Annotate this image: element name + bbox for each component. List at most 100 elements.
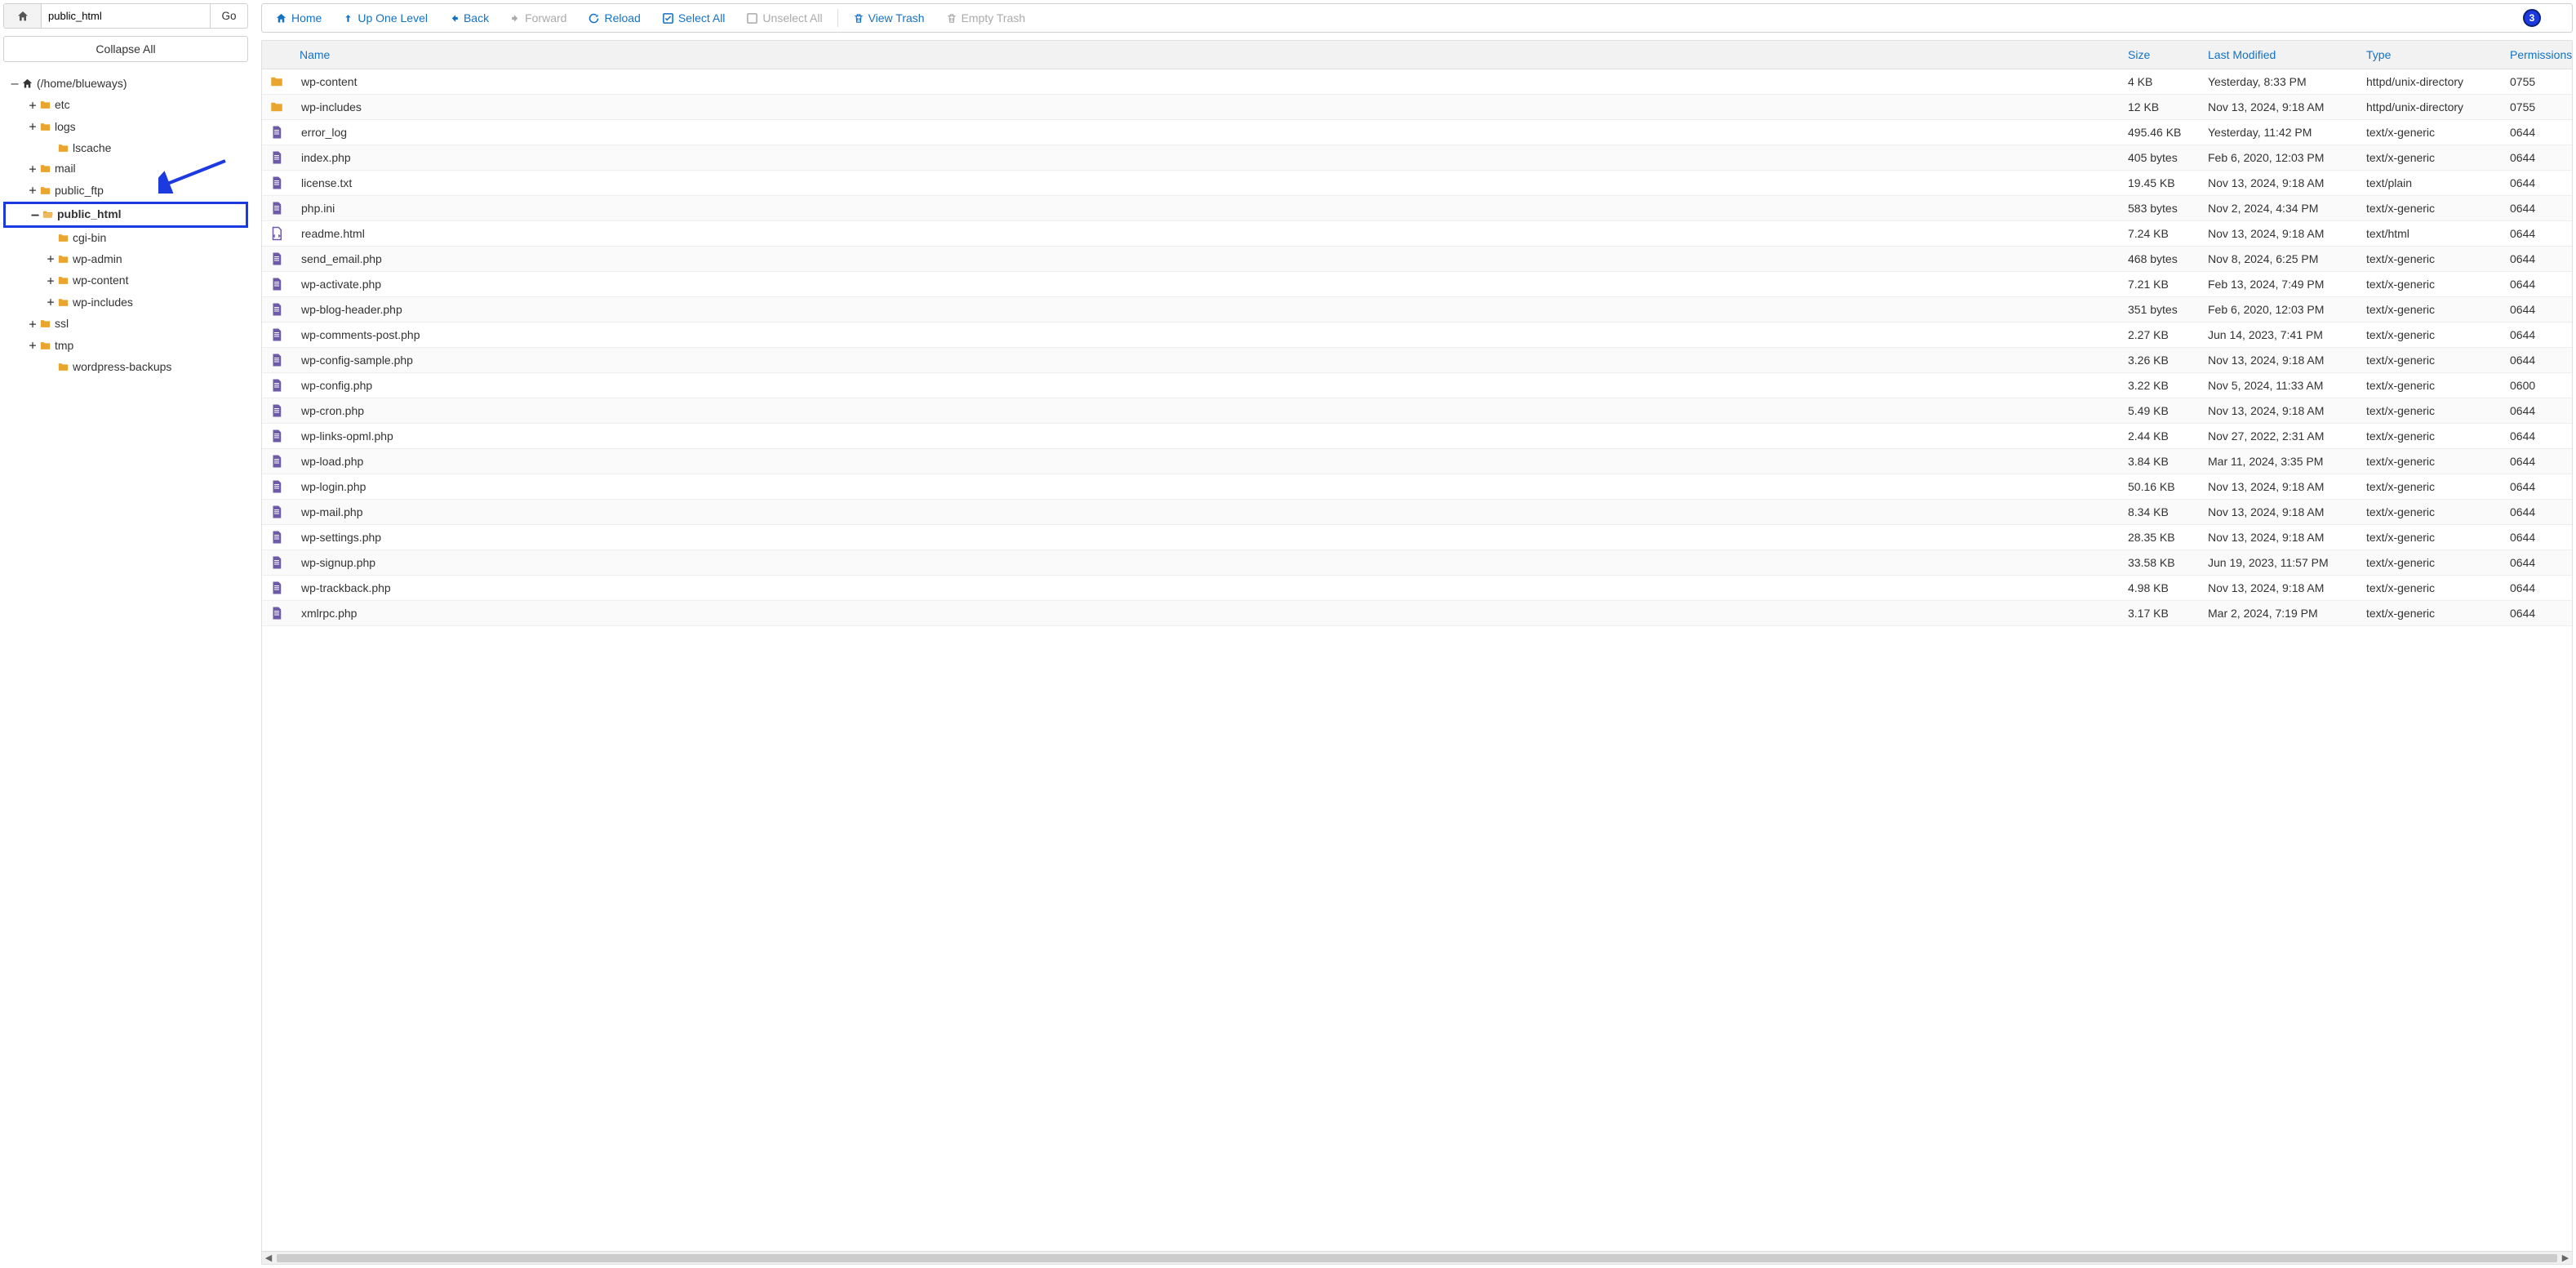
table-row[interactable]: readme.html7.24 KBNov 13, 2024, 9:18 AMt…	[262, 221, 2572, 247]
table-row[interactable]: php.ini583 bytesNov 2, 2024, 4:34 PMtext…	[262, 196, 2572, 221]
file-icon	[262, 196, 295, 220]
col-size[interactable]: Size	[2121, 41, 2201, 69]
cell-permissions: 0644	[2503, 526, 2572, 549]
tree-toggle-icon[interactable]: –	[29, 206, 42, 225]
table-row[interactable]: xmlrpc.php3.17 KBMar 2, 2024, 7:19 PMtex…	[262, 601, 2572, 626]
tree-item--home-blueways-[interactable]: –(/home/blueways)	[3, 73, 248, 95]
scroll-track[interactable]	[277, 1254, 2557, 1262]
toolbar-back-button[interactable]: Back	[441, 7, 497, 29]
table-row[interactable]: wp-login.php50.16 KBNov 13, 2024, 9:18 A…	[262, 474, 2572, 500]
path-input[interactable]	[42, 4, 210, 28]
go-button[interactable]: Go	[210, 4, 247, 28]
tree-toggle-icon[interactable]: +	[44, 293, 57, 312]
tree-item-public-ftp[interactable]: +public_ftp	[3, 180, 248, 202]
tree-item-wp-content[interactable]: +wp-content	[3, 270, 248, 292]
cell-type: text/x-generic	[2360, 399, 2503, 422]
table-row[interactable]: wp-config-sample.php3.26 KBNov 13, 2024,…	[262, 348, 2572, 373]
cell-size: 351 bytes	[2121, 298, 2201, 321]
reload-icon	[588, 12, 600, 24]
tree-toggle-icon[interactable]: +	[26, 181, 39, 200]
tree-item-wordpress-backups[interactable]: wordpress-backups	[3, 357, 248, 377]
cell-modified: Jun 14, 2023, 7:41 PM	[2201, 323, 2360, 346]
tree-toggle-icon[interactable]: +	[44, 272, 57, 291]
folder-icon	[262, 69, 295, 94]
cell-modified: Mar 11, 2024, 3:35 PM	[2201, 450, 2360, 473]
main-panel: HomeUp One LevelBackForwardReloadSelect …	[261, 3, 2573, 1265]
folder-closed-icon	[39, 318, 51, 330]
folder-closed-icon	[39, 162, 51, 175]
col-name[interactable]: Name	[295, 41, 2121, 69]
cell-size: 28.35 KB	[2121, 526, 2201, 549]
table-row[interactable]: wp-cron.php5.49 KBNov 13, 2024, 9:18 AMt…	[262, 398, 2572, 424]
folder-closed-icon	[57, 232, 69, 244]
home-icon-button[interactable]	[4, 4, 42, 28]
table-row[interactable]: send_email.php468 bytesNov 8, 2024, 6:25…	[262, 247, 2572, 272]
table-row[interactable]: index.php405 bytesFeb 6, 2020, 12:03 PMt…	[262, 145, 2572, 171]
col-permissions[interactable]: Permissions	[2503, 41, 2572, 69]
table-row[interactable]: wp-trackback.php4.98 KBNov 13, 2024, 9:1…	[262, 576, 2572, 601]
tree-item-wp-includes[interactable]: + wp-includes	[3, 291, 248, 314]
tree-toggle-icon[interactable]: +	[26, 160, 39, 179]
cell-name: wp-signup.php	[295, 551, 2121, 574]
tree-toggle-icon[interactable]: +	[26, 96, 39, 115]
tree-toggle-icon[interactable]: +	[26, 315, 39, 334]
table-row[interactable]: wp-settings.php28.35 KBNov 13, 2024, 9:1…	[262, 525, 2572, 550]
collapse-all-button[interactable]: Collapse All	[3, 36, 248, 62]
scroll-left-icon[interactable]: ◀	[262, 1252, 275, 1263]
tree-item-public-html[interactable]: –public_html	[3, 202, 248, 229]
cell-type: text/x-generic	[2360, 121, 2503, 144]
toolbar-reload-button[interactable]: Reload	[580, 7, 648, 29]
toolbar-label: Select All	[678, 11, 726, 24]
cell-permissions: 0644	[2503, 323, 2572, 346]
folder-closed-icon	[39, 121, 51, 133]
notification-badge[interactable]: 3	[2523, 9, 2541, 27]
table-row[interactable]: wp-mail.php8.34 KBNov 13, 2024, 9:18 AMt…	[262, 500, 2572, 525]
scroll-right-icon[interactable]: ▶	[2559, 1252, 2572, 1263]
table-row[interactable]: license.txt19.45 KBNov 13, 2024, 9:18 AM…	[262, 171, 2572, 196]
select-icon	[662, 12, 674, 24]
tree-item-wp-admin[interactable]: +wp-admin	[3, 248, 248, 270]
table-row[interactable]: wp-links-opml.php2.44 KBNov 27, 2022, 2:…	[262, 424, 2572, 449]
col-type[interactable]: Type	[2360, 41, 2503, 69]
cell-type: text/x-generic	[2360, 247, 2503, 270]
cell-size: 2.27 KB	[2121, 323, 2201, 346]
cell-modified: Nov 13, 2024, 9:18 AM	[2201, 222, 2360, 245]
tree-item-mail[interactable]: +mail	[3, 158, 248, 180]
tree-item-etc[interactable]: +etc	[3, 95, 248, 117]
tree-item-ssl[interactable]: +ssl	[3, 314, 248, 336]
tree-toggle-icon[interactable]: +	[26, 336, 39, 355]
table-row[interactable]: wp-content4 KBYesterday, 8:33 PMhttpd/un…	[262, 69, 2572, 95]
file-icon	[262, 525, 295, 549]
toolbar-up-one-level-button[interactable]: Up One Level	[335, 7, 436, 29]
cell-size: 2.44 KB	[2121, 425, 2201, 447]
table-row[interactable]: error_log495.46 KBYesterday, 11:42 PMtex…	[262, 120, 2572, 145]
horizontal-scrollbar[interactable]: ◀ ▶	[262, 1251, 2572, 1264]
col-modified[interactable]: Last Modified	[2201, 41, 2360, 69]
tree-label: (/home/blueways)	[37, 75, 127, 92]
cell-permissions: 0755	[2503, 96, 2572, 118]
table-row[interactable]: wp-config.php3.22 KBNov 5, 2024, 11:33 A…	[262, 373, 2572, 398]
toolbar-home-button[interactable]: Home	[267, 7, 330, 29]
tree-item-lscache[interactable]: lscache	[3, 138, 248, 158]
table-row[interactable]: wp-includes12 KBNov 13, 2024, 9:18 AMhtt…	[262, 95, 2572, 120]
tree-label: wp-includes	[73, 294, 133, 311]
cell-name: php.ini	[295, 197, 2121, 220]
table-row[interactable]: wp-activate.php7.21 KBFeb 13, 2024, 7:49…	[262, 272, 2572, 297]
toolbar-view-trash-button[interactable]: View Trash	[845, 7, 933, 29]
toolbar-label: Up One Level	[358, 11, 428, 24]
cell-type: text/x-generic	[2360, 273, 2503, 296]
tree-item-logs[interactable]: +logs	[3, 116, 248, 138]
tree-toggle-icon[interactable]: –	[8, 74, 21, 93]
tree-item-tmp[interactable]: +tmp	[3, 335, 248, 357]
cell-size: 33.58 KB	[2121, 551, 2201, 574]
table-row[interactable]: wp-load.php3.84 KBMar 11, 2024, 3:35 PMt…	[262, 449, 2572, 474]
table-row[interactable]: wp-signup.php33.58 KBJun 19, 2023, 11:57…	[262, 550, 2572, 576]
table-row[interactable]: wp-comments-post.php2.27 KBJun 14, 2023,…	[262, 323, 2572, 348]
tree-item-cgi-bin[interactable]: cgi-bin	[3, 228, 248, 248]
tree-toggle-icon[interactable]: +	[44, 250, 57, 269]
tree-toggle-icon[interactable]: +	[26, 118, 39, 136]
table-row[interactable]: wp-blog-header.php351 bytesFeb 6, 2020, …	[262, 297, 2572, 323]
cell-modified: Nov 8, 2024, 6:25 PM	[2201, 247, 2360, 270]
cell-name: wp-trackback.php	[295, 576, 2121, 599]
toolbar-select-all-button[interactable]: Select All	[654, 7, 734, 29]
